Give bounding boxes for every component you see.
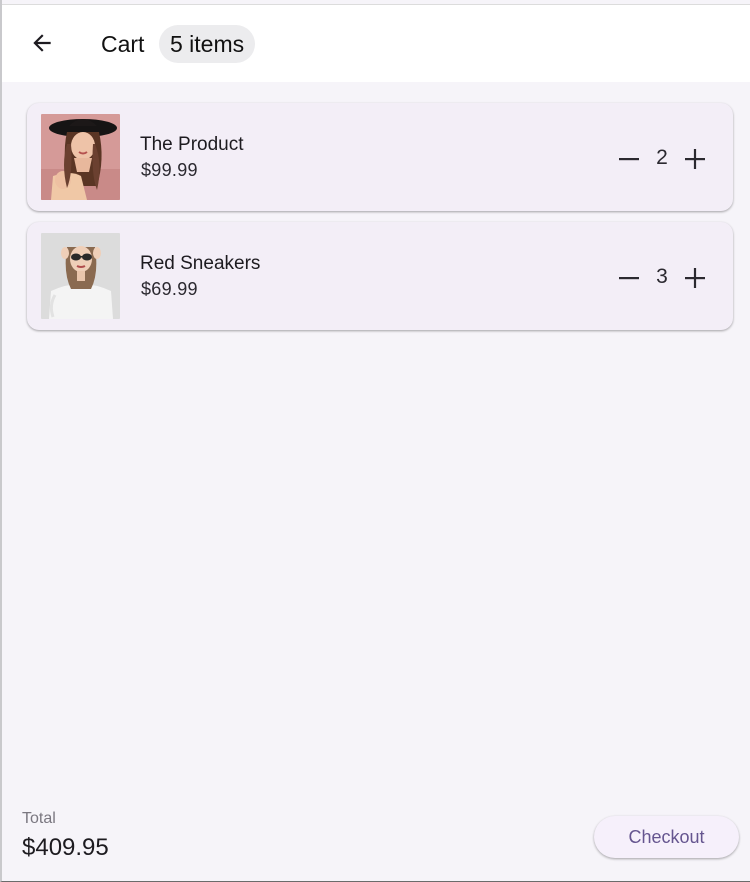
woman-in-sunglasses-white-sweater-photo <box>41 233 120 319</box>
page-title: Cart <box>101 31 145 57</box>
product-image[interactable] <box>41 233 120 319</box>
total-label: Total <box>22 810 56 827</box>
quantity-value: 2 <box>656 146 668 169</box>
product-name: The Product <box>140 134 244 155</box>
decrease-quantity-button[interactable] <box>611 141 647 177</box>
product-price: $99.99 <box>141 160 198 180</box>
increase-quantity-button[interactable] <box>677 141 713 177</box>
minus-icon <box>619 277 639 280</box>
quantity-value: 3 <box>656 265 668 288</box>
increase-quantity-button[interactable] <box>677 260 713 296</box>
decrease-quantity-button[interactable] <box>611 260 647 296</box>
cart-item-card: The Product $99.99 2 <box>27 103 733 211</box>
cart-screen: Cart 5 items The Product $99.99 2 Red Sn… <box>0 0 750 882</box>
product-name: Red Sneakers <box>140 253 261 274</box>
cart-item-card: Red Sneakers $69.99 3 <box>27 222 733 330</box>
back-button[interactable] <box>18 19 66 67</box>
app-bar: Cart 5 items <box>2 5 750 82</box>
plus-icon <box>685 268 705 288</box>
product-image[interactable] <box>41 114 120 200</box>
checkout-button[interactable]: Checkout <box>594 816 739 858</box>
arrow-left-icon <box>33 34 51 52</box>
product-price: $69.99 <box>141 279 198 299</box>
woman-in-black-hat-photo <box>41 114 120 200</box>
plus-icon <box>685 149 705 169</box>
minus-icon <box>619 158 639 161</box>
item-count-badge: 5 items <box>159 25 256 63</box>
total-value: $409.95 <box>22 834 109 861</box>
